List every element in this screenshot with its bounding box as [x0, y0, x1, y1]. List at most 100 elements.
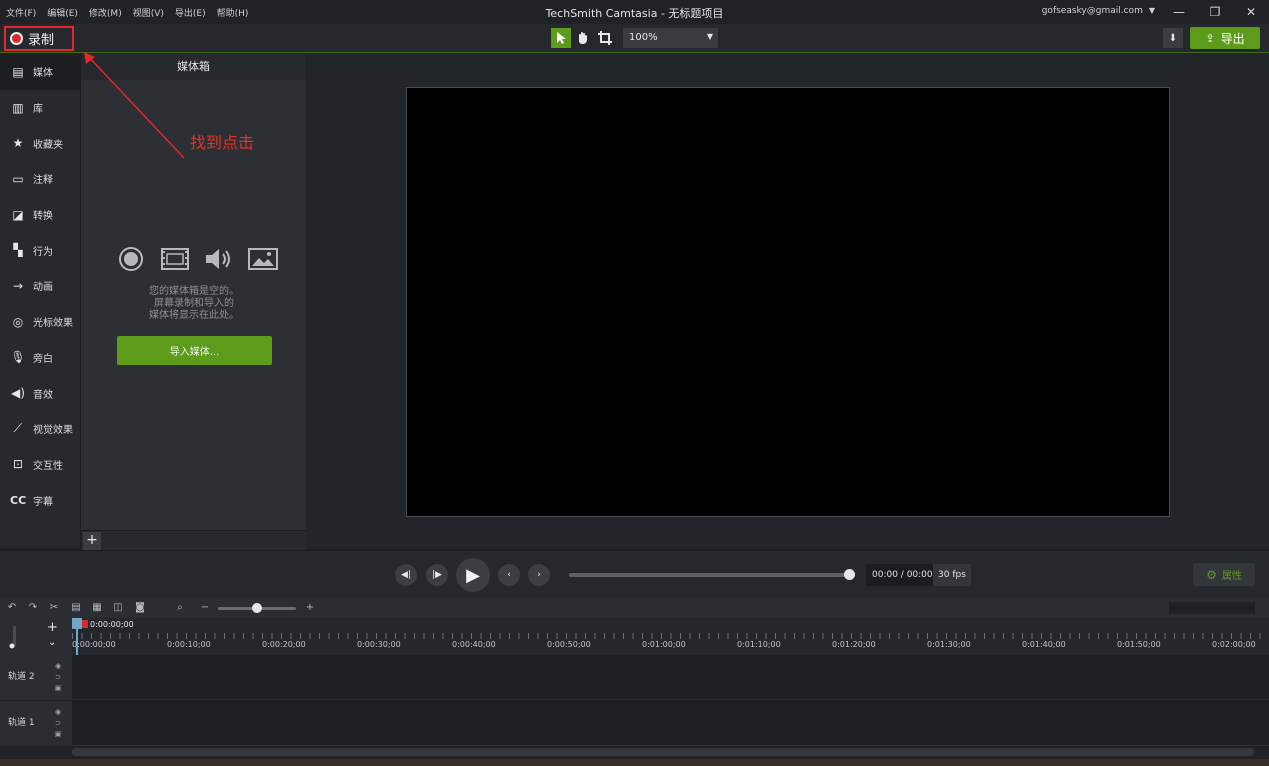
- add-track-icon[interactable]: +: [47, 620, 58, 635]
- library-icon: ▥: [12, 100, 24, 115]
- empty-bin-message: 您的媒体箱是空的。 屏幕录制和导入的 媒体将显示在此处。: [81, 286, 307, 322]
- captions-icon: CC: [10, 493, 27, 507]
- zoom-magnifier-icon[interactable]: [8, 624, 22, 650]
- marker-flag-icon: [82, 620, 88, 628]
- fps-badge: 30 fps: [933, 564, 971, 586]
- nav-label: 媒体: [33, 68, 53, 80]
- properties-label: 属性: [1221, 571, 1242, 582]
- eye-icon[interactable]: ◉: [52, 661, 64, 672]
- window-controls: — ❐ ✕: [1161, 0, 1269, 24]
- image-icon: [248, 246, 278, 272]
- step-back-icon[interactable]: ◀|: [395, 564, 417, 586]
- close-icon[interactable]: ✕: [1233, 0, 1269, 24]
- timeline-tracks: 轨道 2 ◉ ⊃ ▣ 轨道 1 ◉ ⊃ ▣: [0, 655, 1269, 747]
- zoom-in-icon[interactable]: +: [303, 601, 317, 615]
- menu-modify[interactable]: 修改(M): [89, 6, 122, 19]
- speaker-icon: ◀): [11, 386, 25, 401]
- ruler-tick-label: 0:01:10;00: [737, 640, 781, 649]
- menu-view[interactable]: 视图(V): [133, 6, 164, 19]
- track-row[interactable]: 轨道 2 ◉ ⊃ ▣: [0, 655, 1269, 700]
- record-circle-icon: [116, 246, 146, 272]
- export-button[interactable]: ⇪ 导出: [1190, 27, 1260, 49]
- behavior-icon: ▚: [13, 243, 23, 258]
- search-icon[interactable]: ⌕: [173, 601, 187, 615]
- star-icon: ★: [12, 136, 24, 151]
- track-row[interactable]: 轨道 1 ◉ ⊃ ▣: [0, 701, 1269, 746]
- previous-icon[interactable]: ‹: [498, 564, 520, 586]
- record-icon: [10, 32, 23, 45]
- record-button[interactable]: 录制: [4, 26, 74, 51]
- paste-icon[interactable]: ▦: [90, 601, 104, 615]
- lock-icon[interactable]: ▣: [52, 729, 64, 740]
- next-icon[interactable]: ›: [528, 564, 550, 586]
- nav-item-audio-effects[interactable]: ◀) 音效: [0, 375, 80, 411]
- playback-scrubber[interactable]: [569, 569, 855, 580]
- nav-item-transitions[interactable]: ◪ 转换: [0, 197, 80, 233]
- undo-icon[interactable]: ↶: [5, 601, 19, 615]
- left-nav: ▤ 媒体 ▥ 库 ★ 收藏夹 ▭ 注释 ◪ 转换 ▚ 行为 → 动画 ◎ 光标效果 🎙 旁白 ◀)…: [0, 54, 80, 548]
- microphone-icon: 🎙: [10, 350, 26, 365]
- nav-item-behaviors[interactable]: ▚ 行为: [0, 232, 80, 268]
- zoom-slider-handle[interactable]: [252, 603, 262, 613]
- nav-item-voice-narration[interactable]: 🎙 旁白: [0, 340, 80, 376]
- crop-icon[interactable]: [595, 28, 615, 48]
- menu-file[interactable]: 文件(F): [6, 6, 36, 19]
- nav-item-favorites[interactable]: ★ 收藏夹: [0, 125, 80, 161]
- speaker-icon: [204, 246, 234, 272]
- nav-label: 行为: [33, 246, 53, 258]
- nav-item-captions[interactable]: CC 字幕: [0, 482, 80, 518]
- preview-canvas[interactable]: [406, 87, 1170, 517]
- nav-label: 交互性: [33, 460, 63, 472]
- properties-button[interactable]: ⚙ 属性: [1193, 563, 1255, 586]
- nav-item-interactivity[interactable]: ⊡ 交互性: [0, 447, 80, 483]
- record-label: 录制: [28, 33, 55, 48]
- caret-down-icon: ▼: [706, 32, 713, 41]
- cut-icon[interactable]: ✂: [47, 601, 61, 615]
- ruler-tick-label: 0:01:20;00: [832, 640, 876, 649]
- step-forward-icon[interactable]: |▶: [426, 564, 448, 586]
- timeline-ruler[interactable]: 0:00:00;00 0:00:00;00 0:00:10;00 0:00:20…: [72, 618, 1269, 655]
- nav-label: 注释: [33, 175, 53, 187]
- chevron-down-icon[interactable]: ⌄: [48, 637, 56, 648]
- scrubber-handle[interactable]: [844, 569, 855, 580]
- timeline-zoom-slider[interactable]: [218, 603, 296, 613]
- playback-bar: ◀| |▶ ▶ ‹ › 00:00 / 00:00 30 fps ⚙ 属性: [0, 550, 1269, 598]
- minimize-icon[interactable]: —: [1161, 0, 1197, 24]
- add-icon[interactable]: +: [83, 532, 101, 550]
- nav-item-annotations[interactable]: ▭ 注释: [0, 161, 80, 197]
- ruler-tick-label: 0:00:10;00: [167, 640, 211, 649]
- ruler-tick-label: 0:01:00;00: [642, 640, 686, 649]
- split-icon[interactable]: ◫: [111, 601, 125, 615]
- copy-icon[interactable]: ▤: [69, 601, 83, 615]
- pointer-tool-icon[interactable]: [551, 28, 571, 48]
- menu-export[interactable]: 导出(E): [175, 6, 206, 19]
- nav-item-visual-effects[interactable]: ⟋ 视觉效果: [0, 411, 80, 447]
- timeline-overview-bar[interactable]: [1169, 602, 1255, 614]
- pan-hand-icon[interactable]: [573, 28, 593, 48]
- nav-label: 动画: [33, 282, 53, 294]
- menu-help[interactable]: 帮助(H): [217, 6, 249, 19]
- canvas-tool-group: [551, 28, 617, 48]
- restore-icon[interactable]: ❐: [1197, 0, 1233, 24]
- nav-item-animations[interactable]: → 动画: [0, 268, 80, 304]
- nav-label: 字幕: [33, 496, 53, 508]
- nav-item-cursor-effects[interactable]: ◎ 光标效果: [0, 304, 80, 340]
- camera-icon[interactable]: ◙: [133, 601, 147, 615]
- timeline-horizontal-scrollbar[interactable]: [72, 748, 1254, 756]
- media-bin-title: 媒体箱: [81, 54, 306, 80]
- download-icon[interactable]: ⬇: [1163, 28, 1183, 48]
- lock-icon[interactable]: ▣: [52, 683, 64, 694]
- magnet-icon[interactable]: ⊃: [52, 672, 64, 683]
- magnet-icon[interactable]: ⊃: [52, 718, 64, 729]
- import-media-button[interactable]: 导入媒体...: [117, 336, 272, 365]
- zoom-select[interactable]: 100% ▼: [623, 28, 718, 48]
- account-menu[interactable]: gofseasky@gmail.com ▼: [1042, 6, 1155, 16]
- zoom-out-icon[interactable]: −: [198, 601, 212, 615]
- nav-item-media[interactable]: ▤ 媒体: [0, 54, 80, 90]
- nav-label: 收藏夹: [33, 139, 63, 151]
- nav-item-library[interactable]: ▥ 库: [0, 90, 80, 126]
- play-icon[interactable]: ▶: [456, 558, 490, 592]
- eye-icon[interactable]: ◉: [52, 707, 64, 718]
- menu-edit[interactable]: 编辑(E): [47, 6, 78, 19]
- redo-icon[interactable]: ↷: [26, 601, 40, 615]
